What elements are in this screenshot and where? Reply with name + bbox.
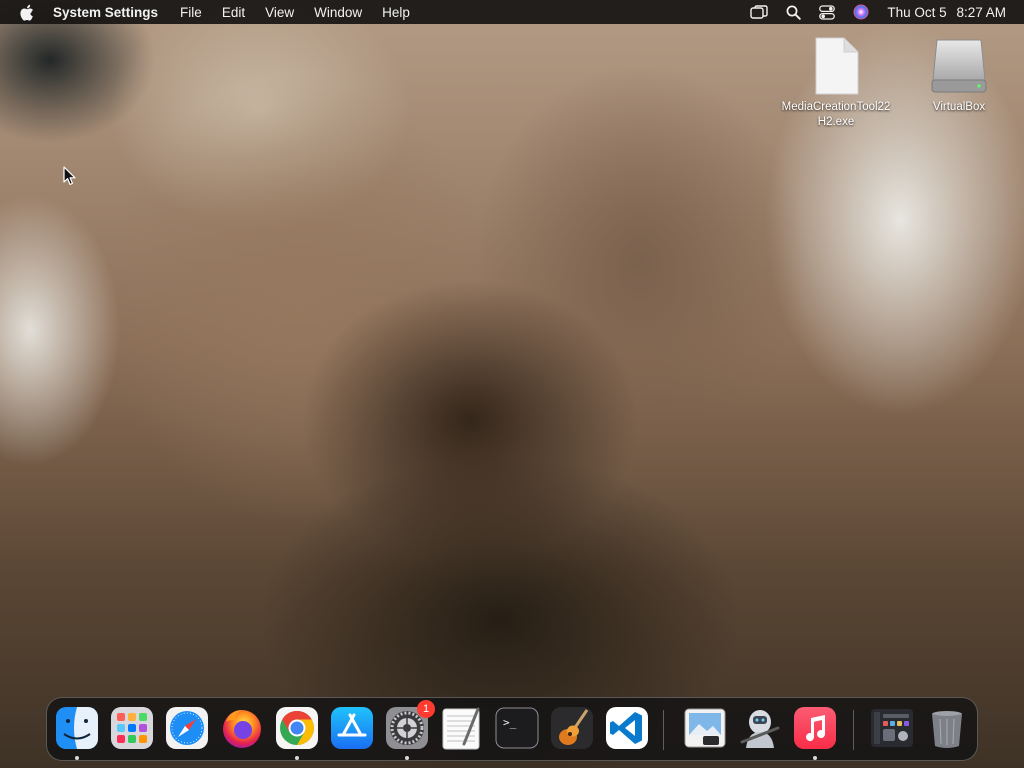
search-icon[interactable]: [786, 5, 802, 20]
safari-icon: [166, 707, 208, 749]
menu-view[interactable]: View: [265, 5, 294, 20]
window-icon[interactable]: [750, 5, 769, 19]
desktop-icon-label: VirtualBox: [932, 101, 986, 113]
desktop[interactable]: System Settings File Edit View Window He…: [0, 0, 1024, 768]
terminal-icon: >_: [495, 707, 539, 749]
terminal-prompt: >_: [503, 716, 517, 729]
menu-extras: Thu Oct 5 8:27 AM: [732, 0, 1006, 24]
dock-app-store[interactable]: [330, 706, 374, 750]
launchpad-icon: [111, 707, 153, 749]
desktop-drive-virtualbox[interactable]: VirtualBox: [901, 36, 1017, 115]
menu-edit[interactable]: Edit: [222, 5, 245, 20]
dock-separator: [663, 710, 664, 750]
dock-launchpad[interactable]: [110, 706, 154, 750]
dock-system-settings[interactable]: 1: [385, 700, 435, 760]
menu-window[interactable]: Window: [314, 5, 362, 20]
desktop-icon-label: MediaCreationTool22H2.exe: [781, 101, 891, 128]
dock-firefox[interactable]: [220, 706, 264, 750]
dock-textedit[interactable]: [440, 706, 484, 750]
dock-automator[interactable]: [738, 706, 782, 750]
finder-icon: [56, 707, 98, 749]
menu-file[interactable]: File: [180, 5, 202, 20]
dock-preview[interactable]: [683, 706, 727, 750]
trash-icon: [932, 711, 962, 748]
menu-clock[interactable]: Thu Oct 5 8:27 AM: [887, 5, 1006, 20]
dock-vscode[interactable]: [605, 706, 649, 750]
firefox-icon: [223, 710, 261, 748]
textedit-icon: [442, 707, 480, 750]
desktop-file-mediacreationtool[interactable]: MediaCreationTool22H2.exe: [778, 36, 894, 130]
running-indicator: [813, 756, 817, 760]
dock: 1 >_: [46, 697, 978, 761]
dock-finder[interactable]: [55, 706, 99, 760]
dock-trash[interactable]: [925, 706, 969, 750]
dock-separator: [853, 710, 854, 750]
chrome-icon: [276, 707, 318, 749]
menu-help[interactable]: Help: [382, 5, 410, 20]
garageband-icon: [551, 707, 593, 749]
menu-bar: System Settings File Edit View Window He…: [0, 0, 1024, 24]
control-center-icon[interactable]: [819, 4, 836, 20]
music-icon: [794, 707, 836, 749]
document-icon: [815, 37, 859, 95]
running-indicator: [75, 756, 79, 760]
running-indicator: [405, 756, 409, 760]
dock-chrome[interactable]: [275, 706, 319, 760]
notification-badge: 1: [417, 700, 435, 718]
mouse-cursor-icon: [63, 166, 77, 191]
clock-date: Thu Oct 5: [887, 4, 947, 20]
running-indicator: [295, 756, 299, 760]
clock-time: 8:27 AM: [956, 4, 1006, 20]
dock-music[interactable]: [793, 706, 837, 760]
automator-icon: [740, 710, 780, 748]
dock-garageband[interactable]: [550, 706, 594, 750]
app-store-icon: [331, 707, 373, 749]
dock-terminal[interactable]: >_: [495, 706, 539, 750]
siri-icon[interactable]: [853, 4, 869, 20]
drive-icon: [931, 39, 987, 93]
screenshot-icon: [871, 709, 913, 747]
vscode-icon: [606, 707, 648, 749]
menu-app-name[interactable]: System Settings: [53, 5, 158, 20]
apple-menu-icon[interactable]: [17, 3, 35, 21]
preview-icon: [684, 708, 726, 748]
dock-safari[interactable]: [165, 706, 209, 750]
dock-screenshot[interactable]: [870, 706, 914, 750]
